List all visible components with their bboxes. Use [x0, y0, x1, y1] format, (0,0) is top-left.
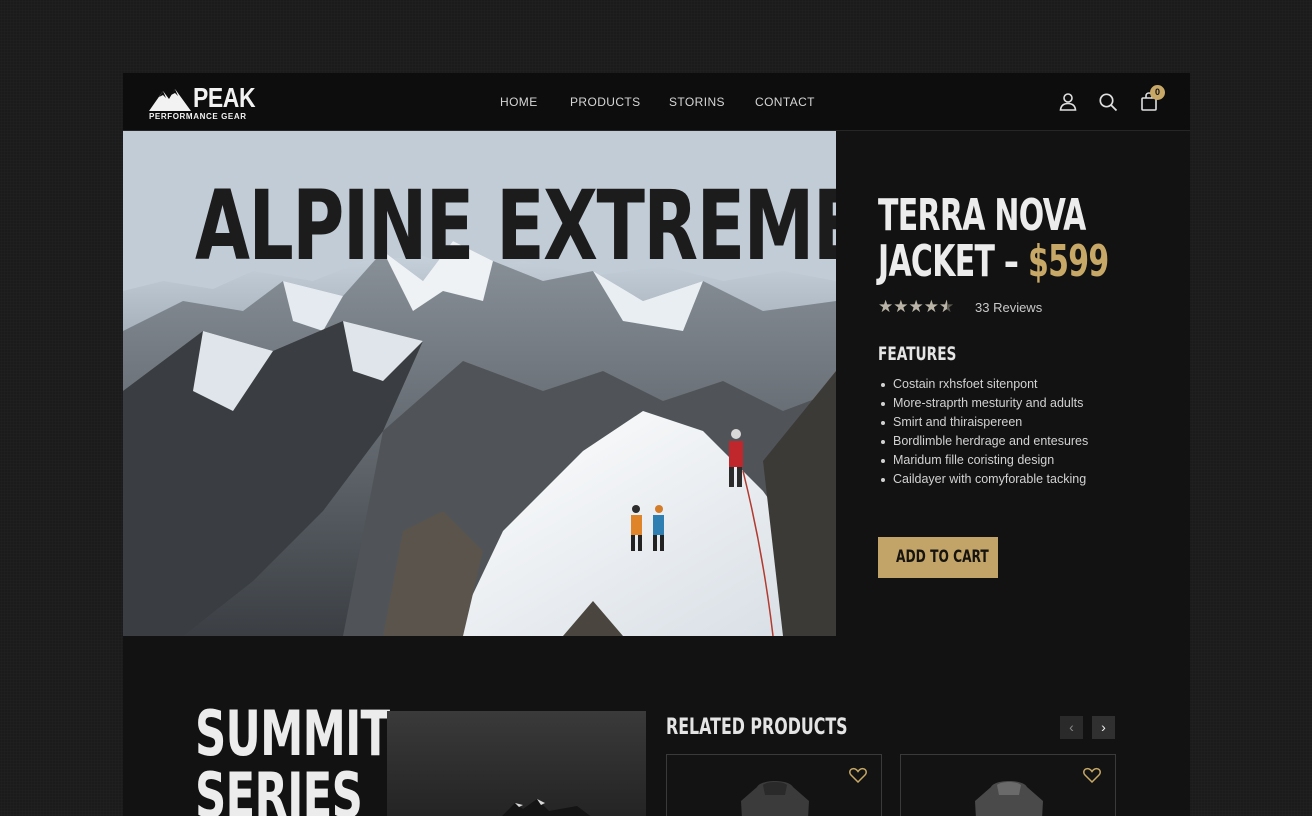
product-title-line2: JACKET – $599	[878, 236, 1109, 287]
product-panel: TERRA NOVA JACKET – $599 ★★★★★★ 33 Revie…	[878, 193, 1168, 593]
summit-series-title: SUMMIT SERIES	[195, 697, 390, 816]
feature-item: Caildayer with comyforable tacking	[878, 470, 1178, 489]
feature-item: More-straprth mesturity and adults	[878, 394, 1178, 413]
cart-count-badge: 0	[1150, 85, 1165, 100]
account-button[interactable]	[1057, 91, 1079, 113]
carousel-prev-button[interactable]: ‹	[1060, 716, 1083, 739]
related-product-card[interactable]	[666, 754, 882, 816]
product-price: $599	[1027, 236, 1109, 287]
chevron-right-icon: ›	[1101, 719, 1106, 735]
product-title-line1: TERRA NOVA	[878, 190, 1086, 241]
main-nav: HOME PRODUCTS STORINS CONTACT	[123, 95, 1190, 111]
nav-storins[interactable]: STORINS	[669, 95, 725, 109]
hero-title: ALPINE EXTREME	[195, 170, 836, 282]
heart-icon[interactable]	[1083, 767, 1101, 783]
add-to-cart-button[interactable]: ADD TO CART	[878, 537, 998, 578]
product-rating[interactable]: ★★★★★★ 33 Reviews	[878, 297, 1138, 317]
related-product-card[interactable]	[900, 754, 1116, 816]
feature-item: Costain rxhsfoet sitenpont	[878, 375, 1178, 394]
page-frame: PEAK PERFORMANCE GEAR HOME PRODUCTS STOR…	[123, 73, 1190, 816]
product-name-suffix: JACKET –	[878, 236, 1019, 287]
nav-contact[interactable]: CONTACT	[755, 95, 815, 109]
features-heading: FEATURES	[878, 343, 957, 365]
site-header: PEAK PERFORMANCE GEAR HOME PRODUCTS STOR…	[123, 73, 1190, 131]
product-title: TERRA NOVA JACKET – $599	[878, 190, 1109, 287]
hero-image: ALPINE EXTREME	[123, 131, 836, 636]
features-list: Costain rxhsfoet sitenpont More-straprth…	[878, 375, 1178, 489]
add-to-cart-label: ADD TO CART	[896, 547, 989, 567]
review-count[interactable]: 33 Reviews	[975, 300, 1042, 315]
summit-series-image[interactable]	[387, 711, 646, 816]
search-button[interactable]	[1097, 91, 1119, 113]
feature-item: Bordlimble herdrage and entesures	[878, 432, 1178, 451]
jacket-thumbnail	[975, 781, 1043, 816]
search-icon	[1099, 93, 1118, 112]
related-products-heading: RELATED PRODUCTS	[666, 715, 848, 740]
jacket-thumbnail	[741, 781, 809, 816]
carousel-next-button[interactable]: ›	[1092, 716, 1115, 739]
feature-item: Maridum fille coristing design	[878, 451, 1178, 470]
feature-item: Smirt and thiraispereen	[878, 413, 1178, 432]
cart-button[interactable]: 0	[1138, 85, 1165, 113]
chevron-left-icon: ‹	[1069, 719, 1074, 735]
star-rating-icon: ★★★★★★	[878, 297, 955, 316]
nav-home[interactable]: HOME	[500, 95, 538, 109]
mountain-peaks-photo	[502, 799, 591, 816]
brand-tagline: PERFORMANCE GEAR	[149, 112, 247, 121]
heart-icon[interactable]	[849, 767, 867, 783]
user-icon	[1059, 93, 1077, 111]
nav-products[interactable]: PRODUCTS	[570, 95, 641, 109]
